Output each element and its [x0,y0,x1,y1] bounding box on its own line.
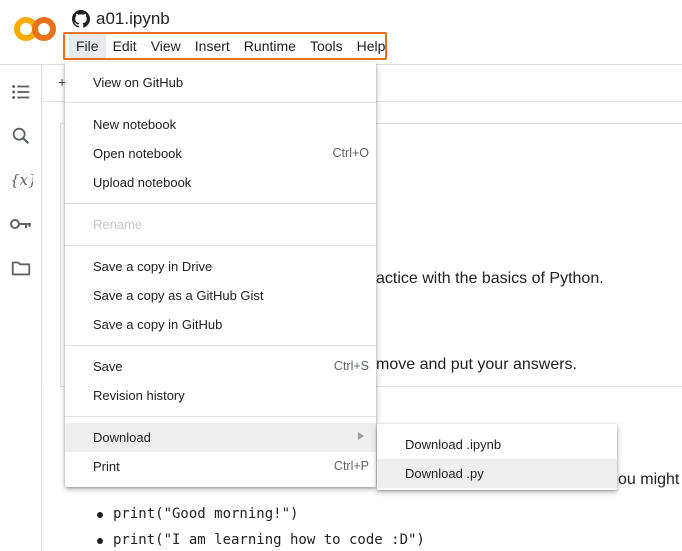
notebook-title: a01.ipynb [72,8,170,30]
menu-insert[interactable]: Insert [188,34,237,58]
colab-logo-icon[interactable] [14,14,56,44]
shortcut-label: Ctrl+S [333,359,369,373]
cell-text-line: move and put your answers. [376,356,577,373]
github-icon [72,10,90,28]
menu-separator [65,203,376,204]
top-bar: a01.ipynb File Edit View Insert Runtime … [0,0,682,65]
menu-item-label: Print [93,459,120,474]
menu-item-download-py[interactable]: Download .py [377,459,617,488]
menu-item-label: View on GitHub [93,75,184,90]
menu-item-label: Open notebook [93,146,182,161]
svg-text:{x}: {x} [10,171,33,189]
menu-item-upload-notebook[interactable]: Upload notebook [65,168,376,197]
menu-item-download-ipynb[interactable]: Download .ipynb [377,430,617,459]
menu-item-label: Revision history [93,388,185,403]
menu-item-label: Download .py [405,466,484,481]
cell-text-line: actice with the basics of Python. [376,270,604,287]
notebook-filename[interactable]: a01.ipynb [96,9,170,29]
shortcut-label: Ctrl+P [333,459,369,473]
menu-item-label: Download [93,430,151,445]
menu-view[interactable]: View [144,34,188,58]
menu-item-download[interactable]: Download [65,423,376,452]
folder-icon[interactable] [9,256,33,280]
menu-item-revision-history[interactable]: Revision history [65,381,376,410]
menu-separator [65,416,376,417]
menu-item-label: Save a copy in Drive [93,259,213,274]
submenu-arrow-icon [358,432,364,440]
menu-help[interactable]: Help [350,34,393,58]
menu-item-view-on-github[interactable]: View on GitHub [65,68,376,97]
menu-file[interactable]: File [69,34,106,58]
menu-item-label: Upload notebook [93,175,192,190]
menu-item-rename: Rename [65,210,376,239]
menu-item-print[interactable]: Print Ctrl+P [65,452,376,481]
search-icon[interactable] [9,124,33,148]
menu-item-label: Save a copy as a GitHub Gist [93,288,264,303]
shortcut-label: Ctrl+O [332,146,369,160]
menu-item-open-notebook[interactable]: Open notebook Ctrl+O [65,139,376,168]
variables-icon[interactable]: {x} [9,168,33,192]
menu-item-label: Rename [93,217,143,232]
menu-item-save-copy-drive[interactable]: Save a copy in Drive [65,252,376,281]
left-sidebar: {x} [0,65,42,551]
menu-item-new-notebook[interactable]: New notebook [65,110,376,139]
menu-bar: File Edit View Insert Runtime Tools Help [63,32,387,60]
menu-tools[interactable]: Tools [303,34,350,58]
menu-item-label: Save a copy in GitHub [93,317,223,332]
menu-runtime[interactable]: Runtime [237,34,303,58]
menu-item-label: New notebook [93,117,177,132]
menu-item-save-copy-github[interactable]: Save a copy in GitHub [65,310,376,339]
menu-item-label: Download .ipynb [405,437,502,452]
menu-separator [65,102,376,103]
file-menu-dropdown: View on GitHub New notebook Open noteboo… [65,62,376,487]
cell-divider [41,386,42,551]
key-icon[interactable] [9,212,33,236]
menu-edit[interactable]: Edit [106,34,144,58]
menu-separator [65,245,376,246]
menu-item-label: Save [93,359,123,374]
menu-item-save-copy-gist[interactable]: Save a copy as a GitHub Gist [65,281,376,310]
menu-separator [65,345,376,346]
code-list-item: print("Good morning!") [96,506,299,522]
menu-item-save[interactable]: Save Ctrl+S [65,352,376,381]
table-of-contents-icon[interactable] [9,80,33,104]
code-list-item: print("I am learning how to code :D") [97,532,425,548]
cell-text-line: ou might l [618,471,682,488]
download-submenu: Download .ipynb Download .py [377,424,617,490]
